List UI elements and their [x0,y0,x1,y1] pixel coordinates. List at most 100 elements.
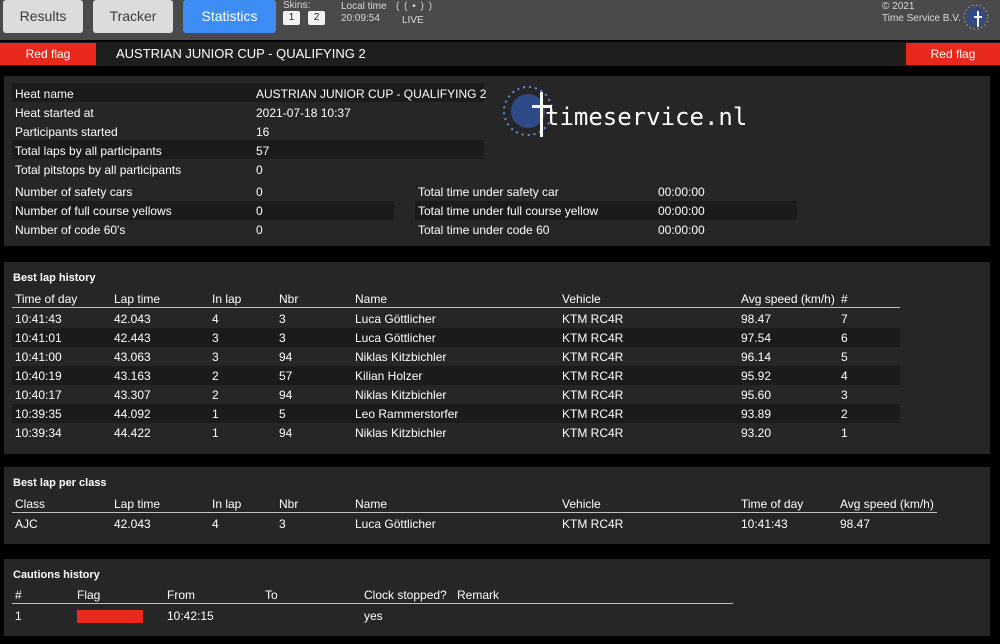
heat-started-label: Heat started at [15,106,94,120]
class-lap-row-0-cell-2: 4 [212,517,219,531]
best-lap-row-2-cell-1: 43.063 [114,350,151,364]
code60-value: 0 [256,223,263,237]
local-time-label: Local time [341,1,387,12]
best-lap-row-5-cell-7: 2 [841,407,848,421]
caution-header-3: To [265,588,278,602]
best-lap-header-7: # [841,292,848,306]
participants-label: Participants started [15,125,118,139]
tab-statistics[interactable]: Statistics [183,0,276,33]
fcy-value: 0 [256,204,263,218]
best-lap-header-4: Name [355,292,388,306]
best-lap-row-6-cell-6: 93.20 [741,426,772,440]
copyright-year: © 2021 [882,1,915,12]
class-lap-header-1: Lap time [114,497,161,511]
best-lap-row-6-cell-5: KTM RC4R [562,426,624,440]
best-lap-row-2-cell-5: KTM RC4R [562,350,624,364]
heat-started-value: 2021-07-18 10:37 [256,106,351,120]
best-lap-row-3-cell-7: 4 [841,369,848,383]
class-lap-header-0: Class [15,497,46,511]
timeservice-logo-text: timeservice.nl [545,103,748,131]
total-pitstops-label: Total pitstops by all participants [15,163,182,177]
best-lap-row-1-cell-6: 97.54 [741,331,772,345]
class-lap-header-2: In lap [212,497,242,511]
best-lap-header-2: In lap [212,292,242,306]
best-lap-row-0-cell-0: 10:41:43 [15,312,62,326]
caution-row-from: 10:42:15 [167,609,214,623]
class-lap-row-0-cell-7: 98.47 [840,517,871,531]
best-lap-row-5-cell-1: 44.092 [114,407,151,421]
best-lap-row-5-cell-3: 5 [279,407,286,421]
skin-2-button[interactable]: 2 [308,11,325,25]
best-lap-row-0-cell-7: 7 [841,312,848,326]
best-lap-header-1: Lap time [114,292,161,306]
best-lap-header-5: Vehicle [562,292,601,306]
class-lap-header-7: Avg speed (km/h) [840,497,934,511]
caution-header-1: Flag [77,588,101,602]
code60-label: Number of code 60's [15,223,126,237]
heat-summary-panel: Heat name AUSTRIAN JUNIOR CUP - QUALIFYI… [4,76,990,246]
best-lap-row-6-cell-2: 1 [212,426,219,440]
best-lap-row-6-cell-0: 10:39:34 [15,426,62,440]
best-lap-row-4-cell-0: 10:40:17 [15,388,62,402]
safety-cars-label: Number of safety cars [15,185,133,199]
caution-header-5: Remark [457,588,500,602]
best-lap-header-0: Time of day [15,292,78,306]
total-pitstops-value: 0 [256,163,263,177]
best-lap-history-panel: Best lap history Time of day Lap time In l… [4,262,990,454]
class-lap-header-6: Time of day [741,497,804,511]
time-safety-label: Total time under safety car [418,185,559,199]
tab-tracker[interactable]: Tracker [93,0,173,33]
best-lap-row-3-cell-5: KTM RC4R [562,369,624,383]
best-lap-row-5-cell-2: 1 [212,407,219,421]
live-broadcast-icon: ( ( • ) ) [396,1,433,12]
best-lap-row-4-cell-1: 43.307 [114,388,151,402]
caution-header-0: # [15,588,22,602]
cautions-history-panel: Cautions history # Flag From To Clock stoppe… [4,559,990,636]
best-lap-row-4-cell-3: 94 [279,388,293,402]
heat-name-label: Heat name [15,87,74,101]
class-lap-header-rule [12,512,937,513]
class-lap-row-0-cell-0: AJC [15,517,38,531]
red-flag-indicator-left: Red flag [0,43,96,65]
class-lap-row-0-cell-4: Luca Göttlicher [355,517,436,531]
safety-cars-value: 0 [256,185,263,199]
class-lap-row-0-cell-6: 10:41:43 [741,517,788,531]
best-lap-row-2-cell-3: 94 [279,350,293,364]
best-lap-row-2-cell-2: 3 [212,350,219,364]
best-lap-row-5-cell-4: Leo Rammerstorfer [355,407,459,421]
class-lap-header-4: Name [355,497,388,511]
best-lap-header-6: Avg speed (km/h) [741,292,835,306]
best-lap-per-class-title: Best lap per class [13,477,107,489]
best-lap-row-1-cell-1: 42.443 [114,331,151,345]
class-lap-row-0-cell-1: 42.043 [114,517,151,531]
class-lap-row-0-cell-3: 3 [279,517,286,531]
best-lap-row-4-cell-7: 3 [841,388,848,402]
flag-status-bar: Red flag AUSTRIAN JUNIOR CUP - QUALIFYIN… [0,42,1000,66]
class-lap-header-5: Vehicle [562,497,601,511]
best-lap-row-1-cell-0: 10:41:01 [15,331,62,345]
best-lap-row-3-cell-1: 43.163 [114,369,151,383]
best-lap-header-rule [12,307,900,308]
best-lap-header-3: Nbr [279,292,299,306]
best-lap-row-2-cell-7: 5 [841,350,848,364]
local-time-value: 20:09:54 [341,13,380,24]
caution-header-2: From [167,588,195,602]
time-fcy-value: 00:00:00 [658,204,705,218]
best-lap-row-3-cell-3: 57 [279,369,293,383]
cautions-history-title: Cautions history [13,569,100,581]
skin-1-button[interactable]: 1 [283,11,300,25]
tab-results[interactable]: Results [3,0,83,33]
best-lap-row-4-cell-6: 95.60 [741,388,772,402]
best-lap-row-4-cell-2: 2 [212,388,219,402]
best-lap-row-6-cell-1: 44.422 [114,426,151,440]
fcy-label: Number of full course yellows [15,204,172,218]
total-laps-label: Total laps by all participants [15,144,162,158]
timeservice-corner-logo-icon [963,4,989,30]
caution-row-number: 1 [15,609,22,623]
best-lap-row-1-cell-5: KTM RC4R [562,331,624,345]
best-lap-row-0-cell-3: 3 [279,312,286,326]
best-lap-row-1-cell-2: 3 [212,331,219,345]
time-fcy-label: Total time under full course yellow [418,204,599,218]
best-lap-row-6-cell-7: 1 [841,426,848,440]
participants-value: 16 [256,125,270,139]
